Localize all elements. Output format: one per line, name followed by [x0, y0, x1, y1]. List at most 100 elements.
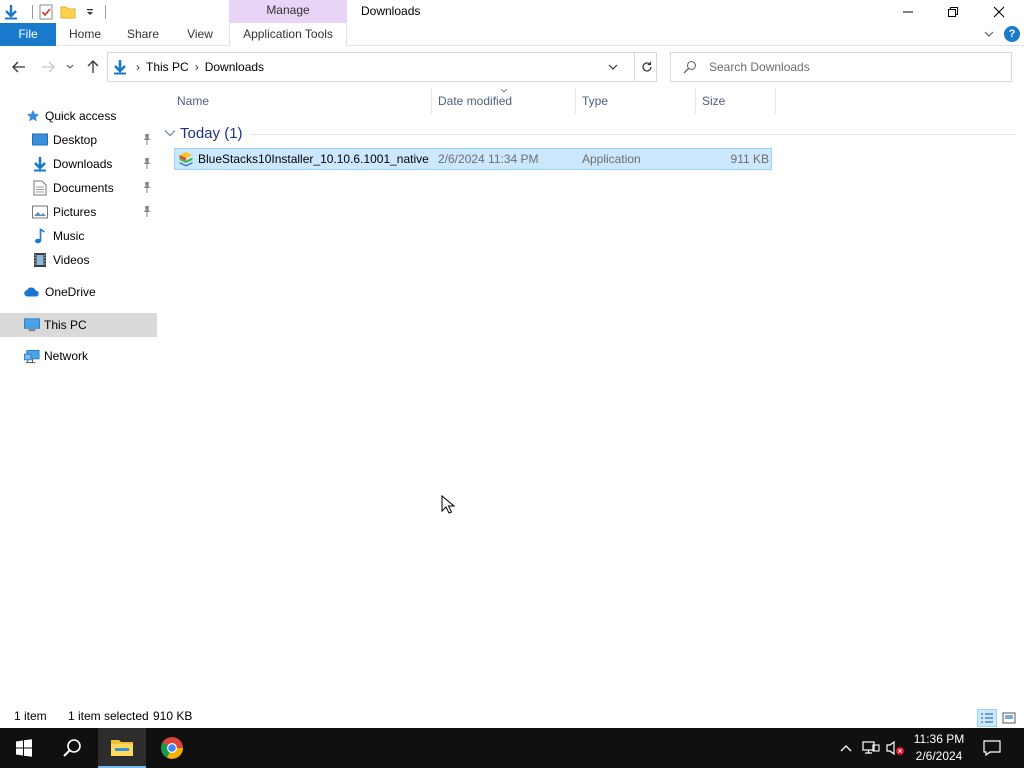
action-center-button[interactable] — [978, 728, 1006, 768]
nav-item-label: OneDrive — [45, 285, 96, 299]
file-name[interactable]: BlueStacks10Installer_10.10.6.1001_nativ… — [198, 149, 430, 169]
status-item-count: 1 item — [14, 709, 47, 723]
group-divider-line — [250, 133, 1016, 135]
nav-item-this-pc[interactable]: This PC — [0, 313, 157, 337]
nav-item-desktop[interactable]: Desktop — [0, 128, 157, 152]
address-bar[interactable]: › This PC › Downloads — [107, 52, 657, 82]
status-bar: 1 item 1 item selected 910 KB — [0, 704, 1024, 728]
forward-arrow-icon — [42, 61, 55, 73]
customize-qat-chevron-icon[interactable] — [81, 3, 99, 21]
nav-item-downloads[interactable]: Downloads — [0, 152, 157, 176]
properties-icon[interactable] — [37, 3, 55, 21]
documents-icon — [32, 180, 48, 196]
minimize-icon — [903, 11, 913, 12]
search-box[interactable] — [670, 52, 1012, 82]
nav-item-label: Music — [53, 229, 85, 243]
status-selection: 1 item selected — [68, 709, 149, 723]
tab-application-tools[interactable]: Application Tools — [229, 23, 347, 46]
nav-item-label: Downloads — [53, 157, 113, 171]
restore-icon — [948, 6, 958, 17]
pin-icon[interactable] — [141, 204, 153, 218]
music-icon — [32, 228, 48, 244]
column-header-size[interactable]: Size — [695, 88, 775, 114]
refresh-button[interactable] — [634, 53, 658, 81]
collapse-group-chevron-icon[interactable] — [164, 129, 176, 137]
nav-item-quick-access[interactable]: Quick access — [0, 104, 157, 128]
nav-item-documents[interactable]: Documents — [0, 176, 157, 200]
column-headers: Name Date modified Type Size — [170, 88, 1020, 114]
nav-item-label: Network — [44, 349, 89, 363]
close-icon — [993, 6, 1005, 17]
nav-item-label: This PC — [44, 318, 87, 332]
contextual-tab-group-manage: Manage — [229, 0, 347, 23]
group-header-today[interactable]: Today (1) — [164, 123, 1016, 143]
recent-chevron-icon — [66, 64, 74, 69]
tab-share[interactable]: Share — [118, 23, 168, 46]
close-button[interactable] — [976, 0, 1022, 23]
nav-item-videos[interactable]: Videos — [0, 248, 157, 272]
clock-time: 11:36 PM — [913, 732, 965, 746]
tab-file[interactable]: File — [0, 23, 56, 46]
nav-item-label: Quick access — [45, 109, 117, 123]
start-button[interactable] — [0, 728, 48, 768]
downloads-location-icon — [108, 59, 128, 75]
file-row[interactable]: BlueStacks10Installer_10.10.6.1001_nativ… — [174, 148, 772, 170]
volume-tray-button[interactable] — [884, 728, 906, 768]
title-bar: Manage Downloads — [0, 0, 1024, 23]
breadcrumb-downloads[interactable]: Downloads — [201, 60, 268, 74]
up-button[interactable] — [83, 57, 103, 77]
nav-item-network[interactable]: Network — [0, 344, 157, 368]
qat-separator — [32, 4, 33, 19]
downloads-folder-icon[interactable] — [2, 3, 20, 21]
nav-item-label: Documents — [53, 181, 114, 195]
clock-date: 2/6/2024 — [915, 749, 963, 763]
forward-button[interactable] — [38, 57, 58, 77]
nav-item-pictures[interactable]: Pictures — [0, 200, 157, 224]
taskbar-search-button[interactable] — [48, 728, 96, 768]
recent-locations-button[interactable] — [62, 57, 78, 77]
expand-ribbon-chevron-icon[interactable] — [984, 30, 994, 38]
nav-item-music[interactable]: Music — [0, 224, 157, 248]
tab-home[interactable]: Home — [60, 23, 110, 46]
column-header-name[interactable]: Name — [170, 88, 432, 114]
file-explorer-icon — [111, 740, 133, 756]
quick-access-toolbar — [0, 0, 106, 23]
pin-icon[interactable] — [141, 180, 153, 194]
notifications-icon — [983, 740, 1001, 756]
details-view-button[interactable] — [977, 709, 997, 727]
nav-item-onedrive[interactable]: OneDrive — [0, 280, 157, 304]
details-view-icon — [981, 713, 993, 723]
network-tray-button[interactable] — [860, 728, 882, 768]
taskbar: 11:36 PM 2/6/2024 — [0, 728, 1024, 768]
restore-button[interactable] — [930, 0, 976, 23]
desktop-icon — [32, 132, 48, 148]
minimize-button[interactable] — [885, 0, 931, 23]
taskbar-clock[interactable]: 11:36 PM 2/6/2024 — [906, 731, 972, 765]
pin-icon[interactable] — [141, 156, 153, 170]
address-history-dropdown[interactable] — [605, 59, 621, 75]
chevron-up-icon — [840, 745, 852, 752]
large-icons-view-icon — [1002, 712, 1016, 724]
new-folder-icon[interactable] — [59, 3, 77, 21]
show-hidden-icons-button[interactable] — [836, 728, 856, 768]
search-input[interactable] — [709, 59, 999, 75]
pin-icon[interactable] — [141, 132, 153, 146]
large-icons-view-button[interactable] — [999, 709, 1019, 727]
bluestacks-installer-icon — [178, 151, 194, 167]
navigation-pane: Quick access Desktop Downloads Documents… — [0, 88, 157, 700]
breadcrumb-separator[interactable]: › — [128, 60, 142, 74]
help-icon[interactable]: ? — [1004, 26, 1020, 42]
column-header-type[interactable]: Type — [575, 88, 695, 114]
back-button[interactable] — [9, 57, 29, 77]
pictures-icon — [32, 204, 48, 220]
ribbon-tabs: File Home Share View Application Tools ? — [0, 23, 1024, 46]
taskbar-chrome[interactable] — [148, 728, 196, 768]
column-divider[interactable] — [775, 88, 776, 114]
taskbar-file-explorer[interactable] — [98, 728, 146, 768]
breadcrumb-this-pc[interactable]: This PC — [142, 60, 193, 74]
chrome-icon — [161, 737, 183, 759]
tab-view[interactable]: View — [176, 23, 224, 46]
network-status-icon — [862, 741, 880, 754]
breadcrumb-separator[interactable]: › — [193, 60, 201, 74]
search-icon — [683, 60, 697, 74]
